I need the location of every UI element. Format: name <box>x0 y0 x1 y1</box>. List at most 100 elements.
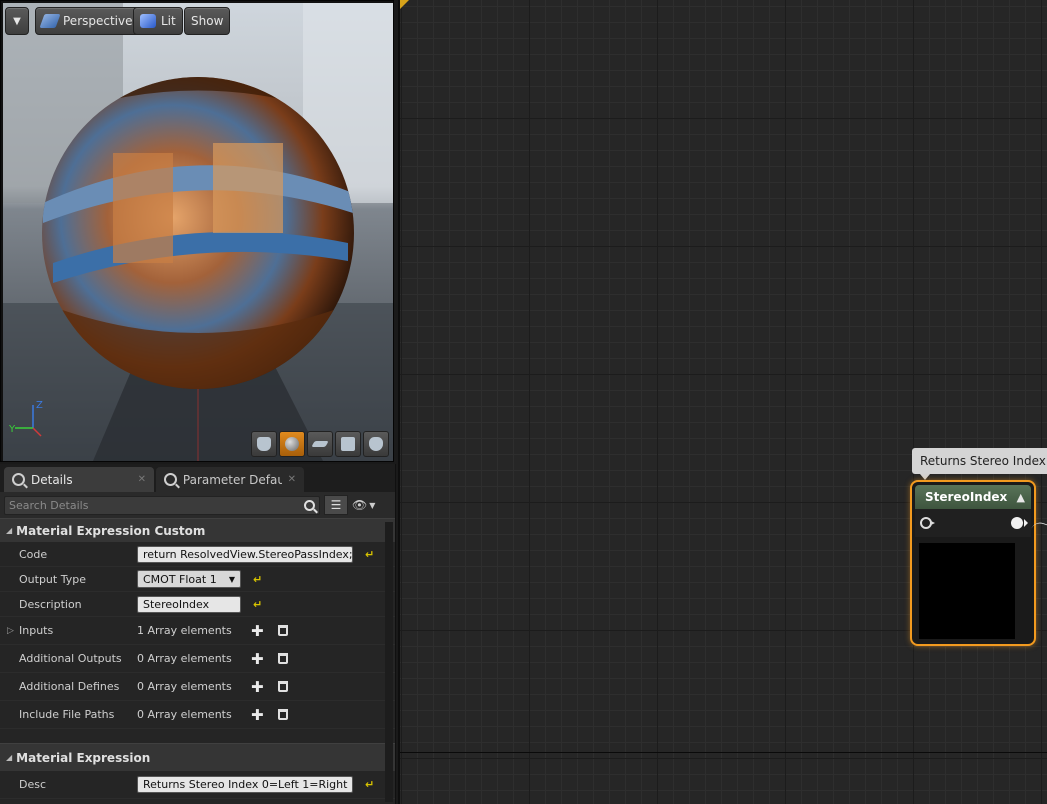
property-row-include-file-paths: Include File Paths 0 Array elements ✚ <box>0 701 395 729</box>
graph-corner-marker <box>400 0 409 9</box>
property-matrix-button[interactable]: ☰ <box>324 495 348 515</box>
material-preview-viewport[interactable]: Z Y ▼ Perspective Lit Show <box>0 0 394 462</box>
add-element-icon[interactable]: ✚ <box>251 622 264 640</box>
output-type-dropdown[interactable]: CMOT Float 1 ▼ <box>137 570 241 588</box>
array-count: 1 Array elements <box>137 624 232 637</box>
preview-teapot-button[interactable] <box>363 431 389 457</box>
add-element-icon[interactable]: ✚ <box>251 706 264 724</box>
show-label: Show <box>191 14 224 28</box>
perspective-button[interactable]: Perspective <box>35 7 140 35</box>
category-title: Material Expression Custom <box>16 523 206 538</box>
code-field[interactable]: return ResolvedView.StereoPassIndex; <box>137 545 353 563</box>
output-type-value: CMOT Float 1 <box>143 572 217 586</box>
tab-parameter-defaults[interactable]: Parameter Defaults ✕ <box>156 467 304 492</box>
material-graph-canvas[interactable]: Returns Stereo Index 0=Left 1=Right Ster… <box>398 0 1047 804</box>
node-comment-bubble: Returns Stereo Index 0=Left 1=Right <box>912 448 1047 480</box>
search-details-box[interactable] <box>4 495 320 515</box>
tab-parameter-defaults-label: Parameter Defaults <box>182 472 282 487</box>
close-icon[interactable]: ✕ <box>138 474 146 485</box>
trash-icon[interactable] <box>277 681 288 692</box>
perspective-label: Perspective <box>63 14 133 28</box>
search-details-input[interactable] <box>9 498 289 512</box>
eye-icon: 👁 <box>352 498 368 512</box>
trash-icon[interactable] <box>277 625 288 636</box>
magnifier-icon <box>12 473 25 486</box>
property-row-inputs: ▷ Inputs 1 Array elements ✚ <box>0 617 395 645</box>
node-title: StereoIndex <box>925 490 1008 504</box>
property-row-additional-outputs: Additional Outputs 0 Array elements ✚ <box>0 645 395 673</box>
collapse-triangle-icon: ◢ <box>6 753 13 762</box>
property-label: Output Type <box>19 572 86 586</box>
node-header[interactable]: StereoIndex ▲ <box>915 485 1031 509</box>
chevron-down-icon: ▼ <box>228 574 235 584</box>
array-count: 0 Array elements <box>137 652 232 665</box>
collapse-triangle-icon: ◢ <box>6 526 13 535</box>
category-material-expression[interactable]: ◢ Material Expression <box>0 743 395 771</box>
expand-triangle-icon[interactable]: ▷ <box>7 626 14 636</box>
node-preview-thumbnail <box>919 543 1015 639</box>
close-icon[interactable]: ✕ <box>288 474 296 485</box>
chevron-down-icon: ▼ <box>13 15 21 27</box>
input-pin-icon[interactable] <box>920 517 935 529</box>
preview-scene[interactable]: Z Y <box>3 3 393 461</box>
property-label: Description <box>19 597 82 611</box>
sphere-icon <box>285 437 299 451</box>
property-row-output-type: Output Type CMOT Float 1 ▼ ↵ <box>0 567 395 592</box>
desc-field[interactable]: Returns Stereo Index 0=Left 1=Right <box>137 776 353 793</box>
property-label: Inputs <box>19 624 54 637</box>
property-row-description: Description StereoIndex ↵ <box>0 592 395 617</box>
viewport-options-button[interactable]: ▼ <box>5 7 29 35</box>
teapot-icon <box>369 437 383 451</box>
preview-plane-button[interactable] <box>307 431 333 457</box>
lit-cube-icon <box>140 14 156 28</box>
plane-icon <box>311 441 329 447</box>
chevron-down-icon: ▼ <box>369 500 376 510</box>
output-pin-icon[interactable] <box>1011 517 1028 529</box>
details-search-row: ☰ 👁 ▼ <box>0 492 395 518</box>
add-element-icon[interactable]: ✚ <box>251 650 264 668</box>
preview-cylinder-button[interactable] <box>251 431 277 457</box>
preview-shape-toolbar <box>251 431 389 457</box>
property-label: Additional Outputs <box>19 652 122 665</box>
list-view-icon: ☰ <box>330 498 342 512</box>
property-label: Additional Defines <box>19 680 120 693</box>
property-row-code: Code return ResolvedView.StereoPassIndex… <box>0 542 395 567</box>
search-icon[interactable] <box>304 499 315 511</box>
tab-details[interactable]: Details ✕ <box>4 467 154 492</box>
property-row-desc: Desc Returns Stereo Index 0=Left 1=Right… <box>0 771 395 799</box>
node-pins <box>915 509 1031 537</box>
reset-to-default-icon[interactable]: ↵ <box>365 548 374 561</box>
trash-icon[interactable] <box>277 709 288 720</box>
lit-label: Lit <box>161 14 176 28</box>
tab-details-label: Details <box>31 472 73 487</box>
view-options-button[interactable]: 👁 ▼ <box>352 498 375 512</box>
details-scrollbar[interactable] <box>385 522 393 802</box>
stereo-index-node[interactable]: StereoIndex ▲ <box>910 480 1036 646</box>
magnifier-icon <box>164 473 177 486</box>
cylinder-icon <box>257 437 271 451</box>
preview-cube-button[interactable] <box>335 431 361 457</box>
array-count: 0 Array elements <box>137 708 232 721</box>
trash-icon[interactable] <box>277 653 288 664</box>
add-element-icon[interactable]: ✚ <box>251 678 264 696</box>
details-panel: Details ✕ Parameter Defaults ✕ ☰ 👁 ▼ ◢ M… <box>0 464 396 804</box>
show-button[interactable]: Show <box>184 7 231 35</box>
graph-divider-line <box>400 752 1047 753</box>
reset-to-default-icon[interactable]: ↵ <box>365 778 374 791</box>
reset-to-default-icon[interactable]: ↵ <box>253 573 262 586</box>
category-title: Material Expression <box>16 750 151 765</box>
axis-label-z: Z <box>36 400 43 411</box>
preview-sphere-button[interactable] <box>279 431 305 457</box>
cube-icon <box>341 437 355 451</box>
description-field[interactable]: StereoIndex <box>137 595 241 613</box>
reset-to-default-icon[interactable]: ↵ <box>253 598 262 611</box>
axis-label-y: Y <box>8 424 16 435</box>
details-tabbar: Details ✕ Parameter Defaults ✕ <box>0 464 395 492</box>
array-count: 0 Array elements <box>137 680 232 693</box>
property-label: Include File Paths <box>19 708 115 721</box>
perspective-icon <box>39 14 61 28</box>
property-row-additional-defines: Additional Defines 0 Array elements ✚ <box>0 673 395 701</box>
category-material-expression-custom[interactable]: ◢ Material Expression Custom <box>0 518 395 542</box>
lit-button[interactable]: Lit <box>133 7 183 35</box>
collapse-arrow-icon[interactable]: ▲ <box>1017 491 1025 504</box>
